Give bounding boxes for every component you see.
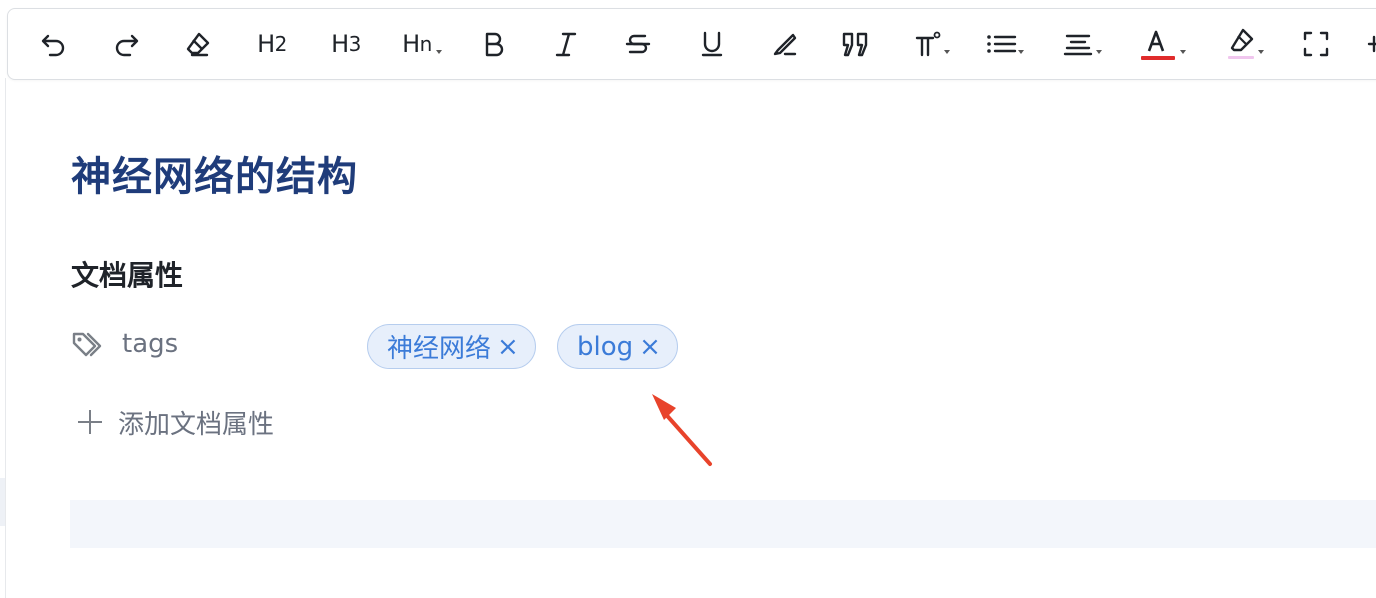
add-property-button[interactable]: 添加文档属性 [78,402,274,442]
strikethrough-icon [625,34,651,54]
code-icon [915,31,941,57]
editor-toolbar: H2 H3 Hn [7,8,1376,80]
heading-n-label: H [402,30,420,58]
close-icon[interactable]: × [639,332,661,362]
chevron-down-icon [436,50,442,54]
bold-button[interactable] [476,27,512,61]
chevron-down-icon [1096,50,1102,54]
heading-3-label: H [331,30,349,58]
properties-heading: 文档属性 [71,259,184,292]
sidebar-divider [5,78,6,598]
tags-label: tags [122,329,179,359]
chevron-down-icon [1018,50,1024,54]
eraser-icon [186,32,210,57]
fullscreen-button[interactable] [1298,27,1334,61]
more-button[interactable] [1366,27,1376,61]
heading-2-button[interactable]: H2 [252,27,292,61]
underline-button[interactable] [694,27,730,61]
chevron-down-icon [1258,50,1264,54]
undo-button[interactable] [36,27,72,61]
heading-n-sub: n [419,32,433,56]
clear-format-button[interactable] [180,27,216,61]
tags-property-row: tags 神经网络 × blog × [71,324,771,369]
list-icon [987,35,1017,53]
quote-button[interactable] [838,27,874,61]
chevron-down-icon [944,50,950,54]
undo-icon [41,34,65,57]
italic-icon [555,32,577,57]
align-button[interactable] [1054,27,1102,61]
font-color-icon [1141,30,1175,60]
italic-button[interactable] [548,27,584,61]
heading-3-button[interactable]: H3 [326,27,366,61]
editor-empty-block[interactable] [70,500,1376,548]
tag-chip-label: blog [577,331,634,362]
redo-button[interactable] [108,27,144,61]
highlighter-icon [773,33,797,56]
list-button[interactable] [978,27,1026,61]
plus-icon [78,410,102,434]
heading-more-button[interactable]: Hn [392,27,442,61]
fullscreen-icon [1303,31,1329,57]
add-property-label: 添加文档属性 [118,409,275,440]
more-icon [1367,35,1376,53]
strikethrough-button[interactable] [620,27,656,61]
sidebar-edge [0,478,5,526]
close-icon[interactable]: × [497,332,519,362]
font-color-button[interactable] [1132,27,1186,61]
document-title[interactable]: 神经网络的结构 [71,144,358,202]
redo-icon [115,34,139,57]
bold-icon [485,32,504,57]
editor-page: H2 H3 Hn 神经网络的结构 文档属性 tags 神经网络 × blog ×… [0,0,1376,598]
chevron-down-icon [1180,50,1186,54]
underline-icon [701,31,723,57]
format-painter-button[interactable] [766,27,802,61]
tag-chip-label: 神经网络 [387,334,492,364]
background-color-icon [1228,28,1254,59]
annotation-arrow-icon [652,394,712,466]
quote-icon [842,32,868,57]
tag-chip[interactable]: blog × [557,324,678,369]
heading-2-label: H [257,30,275,58]
insert-special-button[interactable] [904,27,952,61]
align-icon [1063,34,1093,56]
tags-icon [72,332,102,357]
heading-3-sub: 3 [348,32,362,56]
background-color-button[interactable] [1218,27,1268,61]
heading-2-sub: 2 [274,32,288,56]
tag-chip[interactable]: 神经网络 × [367,324,536,369]
